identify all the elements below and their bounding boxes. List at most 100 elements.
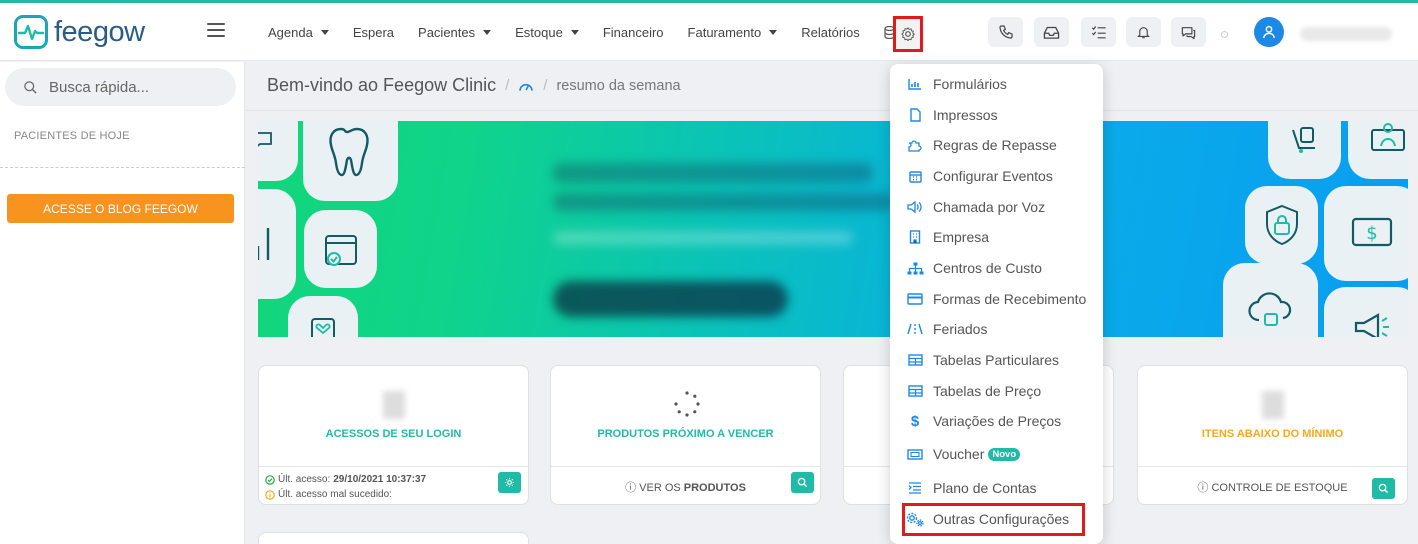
heart-document-icon: [311, 318, 335, 337]
expiring-products-card: PRODUTOS PRÓXIMO A VENCER ⓘ VER OS PRODU…: [550, 365, 821, 505]
menu-item-voucher[interactable]: Voucher Novo: [890, 439, 1103, 469]
nav-faturamento[interactable]: Faturamento: [688, 25, 778, 40]
chart-tile: [258, 189, 296, 299]
phone-button[interactable]: [988, 17, 1023, 47]
avatar[interactable]: [1254, 17, 1284, 47]
menu-item-feriados[interactable]: Feriados: [890, 314, 1103, 344]
caret-down-icon: [320, 29, 329, 35]
search-stock-button[interactable]: [1372, 478, 1395, 499]
info-icon: ⓘ: [1197, 482, 1209, 494]
caret-down-icon: [570, 29, 579, 35]
checklist-icon: [1091, 25, 1106, 38]
settings-gear-button[interactable]: [893, 16, 923, 52]
menu-item-plano-contas[interactable]: Plano de Contas: [890, 473, 1103, 503]
logo[interactable]: feegow: [14, 15, 145, 49]
next-card-row: [258, 532, 529, 544]
card-title: PRODUTOS PRÓXIMO A VENCER: [597, 428, 774, 440]
low-stock-card: ITENS ABAIXO DO MÍNIMO ⓘ CONTROLE DE EST…: [1137, 365, 1408, 505]
calendar-tile: [304, 210, 377, 288]
menu-item-tabelas-preco[interactable]: Tabelas de Preço: [890, 376, 1103, 406]
failed-access-line: Últ. acesso mal sucedido:: [265, 489, 392, 500]
menu-item-regras-repasse[interactable]: Regras de Repasse: [890, 130, 1103, 160]
pulse-logo-icon: [14, 15, 48, 49]
blog-button[interactable]: ACESSE O BLOG FEEGOW: [7, 194, 234, 223]
quick-search-input[interactable]: Busca rápida...: [5, 68, 236, 106]
dashboard-gauge-icon[interactable]: [518, 79, 534, 93]
new-badge: Novo: [988, 447, 1021, 461]
cloud-tile: [1223, 263, 1318, 337]
nav-estoque[interactable]: Estoque: [515, 25, 579, 40]
content-divider: [246, 110, 1418, 111]
hamburger-menu-icon[interactable]: [207, 23, 225, 39]
dollar-screen-icon: $: [1351, 217, 1392, 246]
search-icon: [1378, 483, 1389, 494]
search-placeholder: Busca rápida...: [49, 78, 150, 96]
menu-item-chamada-voz[interactable]: Chamada por Voz: [890, 192, 1103, 222]
search-icon: [797, 477, 808, 488]
nav-espera[interactable]: Espera: [353, 25, 394, 40]
table-icon: [906, 354, 924, 366]
chat-button[interactable]: [1171, 17, 1206, 47]
inbox-button[interactable]: [1034, 17, 1069, 47]
nav-pacientes[interactable]: Pacientes: [418, 25, 492, 40]
notifications-button[interactable]: [1126, 17, 1161, 47]
payment-tile: $: [1324, 186, 1408, 281]
outras-configuracoes-highlight: [902, 503, 1085, 536]
megaphone-tile: [1324, 287, 1408, 337]
report-tile: [288, 296, 358, 337]
doctor-monitor-icon: [1371, 123, 1405, 151]
user-icon: [1262, 25, 1276, 39]
patients-today-heading: PACIENTES DE HOJE: [14, 130, 130, 142]
sitemap-icon: [906, 262, 924, 275]
inbox-icon: [1043, 26, 1060, 39]
search-icon: [24, 80, 37, 94]
tasks-button[interactable]: [1081, 17, 1116, 47]
menu-item-impressos[interactable]: Impressos: [890, 100, 1103, 130]
menu-item-formularios[interactable]: Formulários: [890, 69, 1103, 99]
chat-icon: [1181, 26, 1196, 39]
table-icon: [906, 385, 924, 397]
nav-relatorios[interactable]: Relatórios: [801, 25, 860, 40]
caret-down-icon: [769, 29, 778, 35]
view-products-link[interactable]: ⓘ VER OS PRODUTOS: [551, 479, 820, 495]
calendar-check-icon: [324, 235, 357, 266]
login-settings-button[interactable]: [498, 472, 521, 493]
settings-dropdown: Formulários Impressos Regras de Repasse …: [890, 64, 1103, 544]
card-title: ACESSOS DE SEU LOGIN: [325, 428, 462, 440]
logo-text: feegow: [54, 15, 145, 48]
menu-item-variacoes-precos[interactable]: $ Variações de Preços: [890, 406, 1103, 436]
volume-icon: [906, 201, 924, 213]
menu-item-tabelas-particulares[interactable]: Tabelas Particulares: [890, 345, 1103, 375]
lock-tile: [1245, 186, 1318, 264]
stock-control-link[interactable]: ⓘ CONTROLE DE ESTOQUE: [1138, 479, 1407, 495]
road-icon: [906, 323, 924, 335]
monitor-tile: [1348, 121, 1408, 179]
gear-icon: [901, 27, 915, 41]
tooth-icon: [328, 127, 369, 177]
ticket-icon: [906, 448, 924, 460]
breadcrumb: Bem-vindo ao Feegow Clinic / / resumo da…: [267, 75, 681, 95]
calendar-icon: [906, 170, 924, 183]
svg-text:$: $: [1366, 223, 1377, 244]
bell-icon: [1137, 27, 1150, 39]
nav-agenda[interactable]: Agenda: [268, 25, 329, 40]
menu-item-centros-custo[interactable]: Centros de Custo: [890, 253, 1103, 283]
medical-cart-icon: [1291, 127, 1315, 153]
credit-card-icon: [906, 293, 924, 305]
megaphone-icon: [1354, 313, 1389, 337]
gear-icon: [504, 477, 515, 488]
chat-doc-icon: [258, 132, 272, 147]
chat-tile: [258, 121, 298, 181]
sidebar-divider: [0, 167, 245, 168]
menu-item-empresa[interactable]: Empresa: [890, 222, 1103, 252]
sidebar: Busca rápida... PACIENTES DE HOJE ACESSE…: [0, 62, 245, 544]
card-title: ITENS ABAIXO DO MÍNIMO: [1201, 428, 1344, 440]
menu-item-formas-recebimento[interactable]: Formas de Recebimento: [890, 284, 1103, 314]
info-circle-icon: [265, 489, 275, 500]
login-access-card: ACESSOS DE SEU LOGIN Últ. acesso: 29/10/…: [258, 365, 529, 505]
phone-icon: [998, 25, 1013, 39]
promo-banner[interactable]: $: [258, 121, 1408, 337]
nav-financeiro[interactable]: Financeiro: [603, 25, 664, 40]
search-products-button[interactable]: [791, 472, 814, 493]
menu-item-configurar-eventos[interactable]: Configurar Eventos: [890, 161, 1103, 191]
